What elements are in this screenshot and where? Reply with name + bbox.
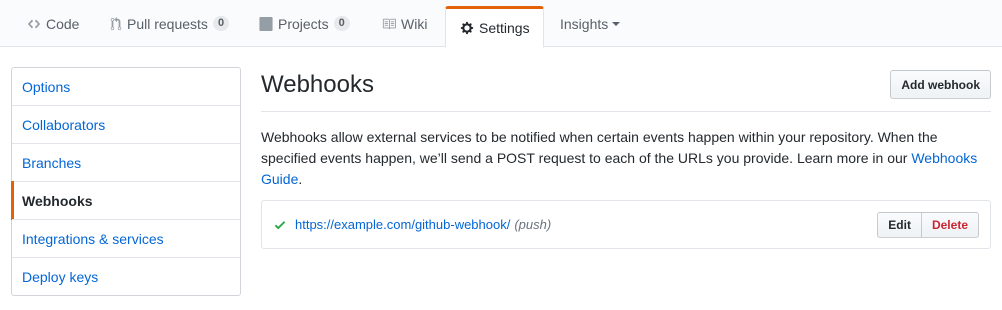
tab-wiki[interactable]: Wiki [382, 0, 427, 47]
check-icon [274, 218, 286, 232]
menu-item-collaborators[interactable]: Collaborators [12, 105, 240, 143]
add-webhook-button[interactable]: Add webhook [890, 70, 991, 99]
main-content: Webhooks Add webhook Webhooks allow exte… [261, 67, 991, 249]
tab-pull-requests[interactable]: Pull requests 0 [110, 0, 230, 47]
edit-button[interactable]: Edit [877, 212, 922, 238]
tab-pull-requests-label: Pull requests [127, 15, 208, 32]
webhooks-description: Webhooks allow external services to be n… [261, 127, 991, 190]
gear-icon [460, 21, 474, 35]
webhook-events: (push) [514, 217, 552, 232]
webhook-list: https://example.com/github-webhook/ (pus… [261, 200, 991, 249]
tab-code-label: Code [46, 15, 80, 32]
webhook-url-link[interactable]: https://example.com/github-webhook/ [295, 217, 510, 232]
tab-wiki-label: Wiki [401, 15, 428, 32]
caret-down-icon [612, 21, 621, 26]
menu-item-integrations[interactable]: Integrations & services [12, 219, 240, 257]
webhook-actions: Edit Delete [877, 212, 979, 238]
description-text: Webhooks allow external services to be n… [261, 129, 938, 166]
menu-item-webhooks[interactable]: Webhooks [11, 181, 240, 220]
projects-count: 0 [333, 16, 350, 31]
page-title: Webhooks [261, 71, 374, 98]
tab-settings-label: Settings [479, 20, 530, 36]
settings-menu: Options Collaborators Branches Webhooks … [11, 67, 241, 296]
tab-insights-label: Insights [560, 15, 609, 32]
pull-requests-count: 0 [212, 16, 230, 31]
tab-insights[interactable]: Insights [560, 0, 621, 47]
tab-projects-label: Projects [278, 15, 329, 32]
repo-nav: Code Pull requests 0 Projects 0 Wiki Set… [0, 0, 1002, 48]
pull-request-icon [110, 16, 122, 31]
webhook-item: https://example.com/github-webhook/ (pus… [262, 201, 990, 248]
delete-button[interactable]: Delete [921, 212, 979, 238]
description-end: . [298, 171, 303, 187]
tab-projects[interactable]: Projects 0 [259, 0, 350, 47]
project-icon [259, 16, 273, 31]
code-icon [27, 17, 41, 31]
tab-code[interactable]: Code [27, 0, 79, 47]
book-icon [382, 17, 396, 31]
menu-item-deploy-keys[interactable]: Deploy keys [12, 257, 240, 295]
menu-item-branches[interactable]: Branches [12, 143, 240, 181]
subhead: Webhooks Add webhook [261, 67, 991, 112]
menu-item-options[interactable]: Options [12, 68, 240, 105]
tab-settings[interactable]: Settings [445, 6, 544, 48]
